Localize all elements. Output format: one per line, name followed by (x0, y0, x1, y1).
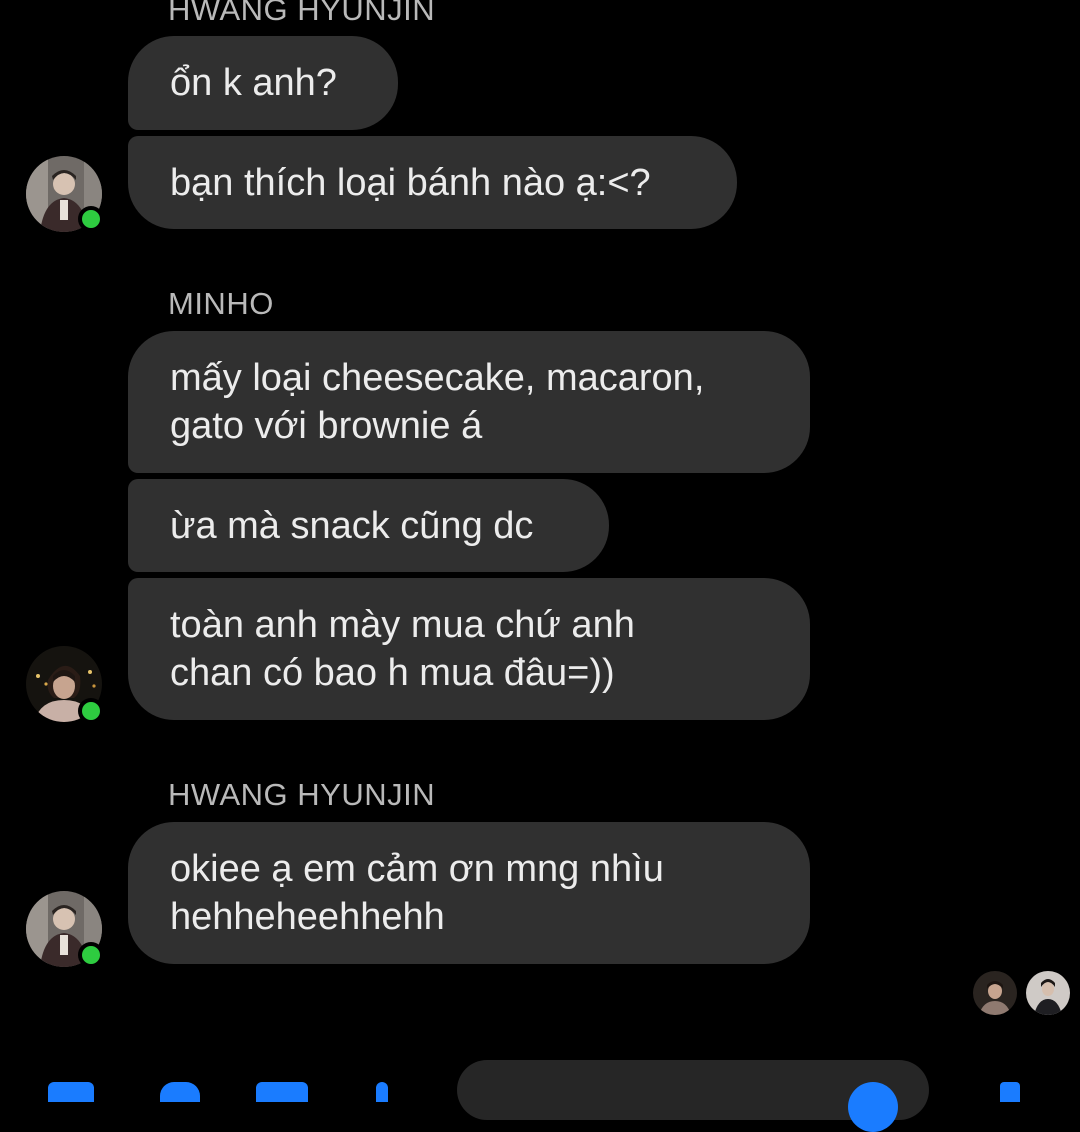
message-line: mấy loại cheesecake, macaron, (170, 357, 705, 399)
composer-bar (0, 1060, 1080, 1132)
sender-name: MINHO (168, 286, 274, 321)
online-status-indicator (78, 698, 104, 724)
mic-icon[interactable] (376, 1082, 388, 1102)
seen-by-avatar (1026, 971, 1070, 1015)
message-text: ừa mà snack cũng dc (170, 504, 534, 547)
message-bubble[interactable]: okiee ạ em cảm ơn mng nhìu hehheheehhehh (128, 822, 810, 964)
message-line: gato với brownie á (170, 405, 483, 447)
sender-name: HWANG HYUNJIN (168, 0, 436, 27)
camera-icon[interactable] (160, 1082, 200, 1102)
message-line: okiee ạ em cảm ơn mng nhìu (170, 848, 664, 890)
message-text: okiee ạ em cảm ơn mng nhìu hehheheehhehh (170, 845, 664, 941)
message-text: ổn k anh? (170, 62, 337, 104)
message-line: chan có bao h mua đâu=)) (170, 652, 615, 694)
menu-icon[interactable] (48, 1082, 94, 1102)
sender-name: HWANG HYUNJIN (168, 777, 436, 812)
message-bubble[interactable]: bạn thích loại bánh nào ạ:<? (128, 136, 737, 229)
gallery-icon[interactable] (256, 1082, 308, 1102)
message-bubble[interactable]: ừa mà snack cũng dc (128, 479, 609, 572)
message-bubble[interactable]: ổn k anh? (128, 36, 398, 130)
message-text: mấy loại cheesecake, macaron, gato với b… (170, 354, 704, 450)
message-line: toàn anh mày mua chứ anh (170, 604, 635, 646)
like-icon[interactable] (1000, 1082, 1020, 1102)
message-bubble[interactable]: mấy loại cheesecake, macaron, gato với b… (128, 331, 810, 473)
online-status-indicator (78, 942, 104, 968)
online-status-indicator (78, 206, 104, 232)
message-text: toàn anh mày mua chứ anh chan có bao h m… (170, 601, 635, 697)
emoji-icon[interactable] (848, 1082, 898, 1132)
message-bubble[interactable]: toàn anh mày mua chứ anh chan có bao h m… (128, 578, 810, 720)
seen-by-avatar (973, 971, 1017, 1015)
message-line: hehheheehhehh (170, 896, 445, 938)
message-text: bạn thích loại bánh nào ạ:<? (170, 161, 651, 204)
